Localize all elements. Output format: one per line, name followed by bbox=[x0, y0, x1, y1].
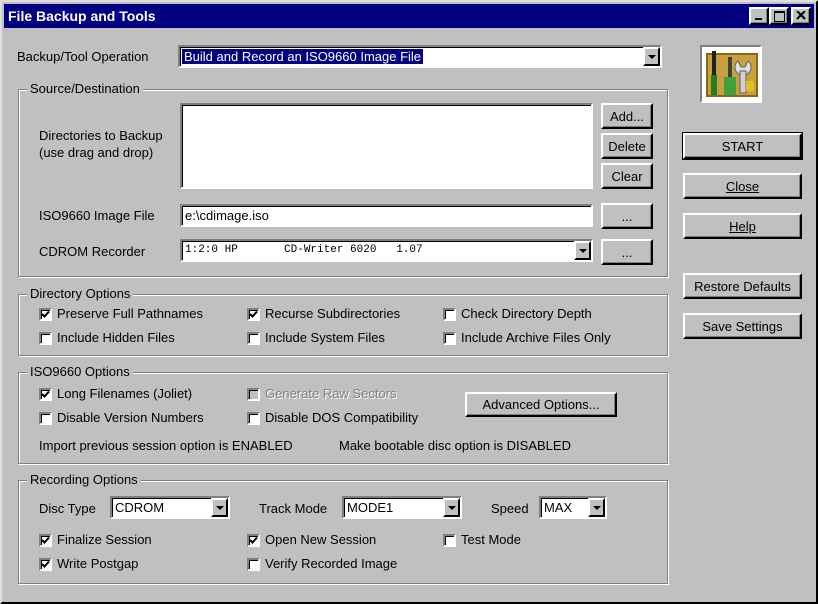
track-mode-value: MODE1 bbox=[347, 500, 394, 515]
bootable-status-text: Make bootable disc option is DISABLED bbox=[339, 438, 571, 453]
source-destination-title: Source/Destination bbox=[27, 81, 143, 96]
operation-value: Build and Record an ISO9660 Image File bbox=[182, 49, 424, 64]
speed-label: Speed bbox=[491, 501, 529, 516]
dirs-label-line1: Directories to Backup bbox=[39, 128, 163, 143]
checkbox-label: Finalize Session bbox=[57, 532, 152, 547]
disc-type-select[interactable]: CDROM bbox=[110, 496, 230, 519]
checkbox-label: Disable Version Numbers bbox=[57, 410, 204, 425]
checkmark-icon bbox=[41, 310, 50, 318]
checkbox-box bbox=[247, 388, 260, 401]
title-bar[interactable]: File Backup and Tools bbox=[4, 4, 814, 28]
checkbox-label: Long Filenames (Joliet) bbox=[57, 386, 193, 401]
checkmark-icon bbox=[249, 310, 258, 318]
speed-select[interactable]: MAX bbox=[539, 496, 607, 519]
checkbox-label: Open New Session bbox=[265, 532, 377, 547]
recorder-dropdown-button[interactable] bbox=[574, 241, 591, 260]
track-mode-select[interactable]: MODE1 bbox=[342, 496, 462, 519]
checkbox-label: Disable DOS Compatibility bbox=[265, 410, 419, 425]
disc-type-dropdown-button[interactable] bbox=[211, 498, 228, 517]
speed-value: MAX bbox=[544, 500, 573, 515]
disc-type-label: Disc Type bbox=[39, 501, 96, 516]
iso-image-input[interactable]: e:\cdimage.iso bbox=[180, 204, 593, 227]
checkmark-icon bbox=[41, 560, 50, 568]
checkbox-label: Test Mode bbox=[461, 532, 521, 547]
operation-label: Backup/Tool Operation bbox=[17, 49, 149, 64]
disc-type-value: CDROM bbox=[115, 500, 165, 515]
recorder-browse-button[interactable]: ... bbox=[601, 239, 653, 265]
checkbox-box[interactable] bbox=[39, 412, 52, 425]
iso-image-label: ISO9660 Image File bbox=[39, 208, 155, 223]
speed-dropdown-button[interactable] bbox=[588, 498, 605, 517]
checkbox-box[interactable] bbox=[247, 558, 260, 571]
checkmark-icon bbox=[249, 536, 258, 544]
checkbox-label: Preserve Full Pathnames bbox=[57, 306, 203, 321]
checkbox-box[interactable] bbox=[443, 332, 456, 345]
advanced-options-button[interactable]: Advanced Options... bbox=[465, 392, 617, 417]
checkbox-label: Include Hidden Files bbox=[57, 330, 175, 345]
checkbox-box[interactable] bbox=[39, 558, 52, 571]
checkmark-icon bbox=[41, 390, 50, 398]
checkbox-box[interactable] bbox=[247, 332, 260, 345]
checkbox-label: Include Archive Files Only bbox=[461, 330, 611, 345]
close-button-label: Close bbox=[725, 178, 760, 194]
recording-options-title: Recording Options bbox=[27, 472, 141, 487]
save-settings-button[interactable]: Save Settings bbox=[683, 313, 802, 339]
restore-defaults-button[interactable]: Restore Defaults bbox=[683, 273, 802, 299]
close-button[interactable]: Close bbox=[683, 173, 802, 199]
checkbox-box[interactable] bbox=[39, 308, 52, 321]
checkbox-box[interactable] bbox=[443, 534, 456, 547]
checkbox-label: Check Directory Depth bbox=[461, 306, 592, 321]
file-backup-window: File Backup and Tools Backup/Tool Operat… bbox=[0, 0, 818, 604]
checkbox-label: Verify Recorded Image bbox=[265, 556, 398, 571]
directories-list[interactable] bbox=[180, 103, 593, 189]
start-button[interactable]: START bbox=[682, 132, 803, 160]
checkbox-label: Recurse Subdirectories bbox=[265, 306, 401, 321]
checkbox-box[interactable] bbox=[247, 534, 260, 547]
recorder-value: 1:2:0 HP CD-Writer 6020 1.07 bbox=[185, 244, 423, 256]
close-icon bbox=[796, 11, 806, 20]
minimize-button[interactable] bbox=[749, 7, 769, 25]
close-window-button[interactable] bbox=[791, 7, 811, 25]
iso-options-title: ISO9660 Options bbox=[27, 364, 133, 379]
iso-image-value: e:\cdimage.iso bbox=[185, 208, 269, 223]
recorder-label: CDROM Recorder bbox=[39, 244, 146, 259]
clear-button[interactable]: Clear bbox=[601, 163, 653, 189]
session-status-text: Import previous session option is ENABLE… bbox=[39, 438, 293, 453]
checkbox-box[interactable] bbox=[247, 412, 260, 425]
add-button[interactable]: Add... bbox=[601, 103, 653, 129]
checkbox-label: Write Postgap bbox=[57, 556, 139, 571]
iso-browse-button[interactable]: ... bbox=[601, 203, 653, 229]
operation-dropdown-button[interactable] bbox=[643, 47, 660, 66]
checkmark-icon bbox=[41, 536, 50, 544]
checkbox-label: Include System Files bbox=[265, 330, 385, 345]
help-button-label: Help bbox=[729, 218, 756, 234]
checkbox-box[interactable] bbox=[443, 308, 456, 321]
checkbox-box[interactable] bbox=[39, 534, 52, 547]
window-title: File Backup and Tools bbox=[8, 8, 156, 24]
directory-options-group: Directory Options bbox=[18, 286, 668, 356]
delete-button[interactable]: Delete bbox=[601, 133, 653, 159]
checkbox-box[interactable] bbox=[247, 308, 260, 321]
help-button[interactable]: Help bbox=[683, 213, 802, 239]
track-mode-label: Track Mode bbox=[259, 501, 328, 516]
checkbox-box[interactable] bbox=[39, 388, 52, 401]
maximize-button[interactable] bbox=[769, 7, 789, 25]
checkbox-label: Generate Raw Sectors bbox=[265, 386, 397, 401]
checkbox-box[interactable] bbox=[39, 332, 52, 345]
dirs-label-line2: (use drag and drop) bbox=[39, 145, 154, 160]
operation-select[interactable]: Build and Record an ISO9660 Image File bbox=[178, 45, 662, 68]
tools-icon bbox=[702, 47, 760, 101]
app-logo bbox=[700, 45, 762, 103]
recorder-select[interactable]: 1:2:0 HP CD-Writer 6020 1.07 bbox=[180, 239, 593, 262]
track-mode-dropdown-button[interactable] bbox=[443, 498, 460, 517]
directory-options-title: Directory Options bbox=[27, 286, 134, 301]
